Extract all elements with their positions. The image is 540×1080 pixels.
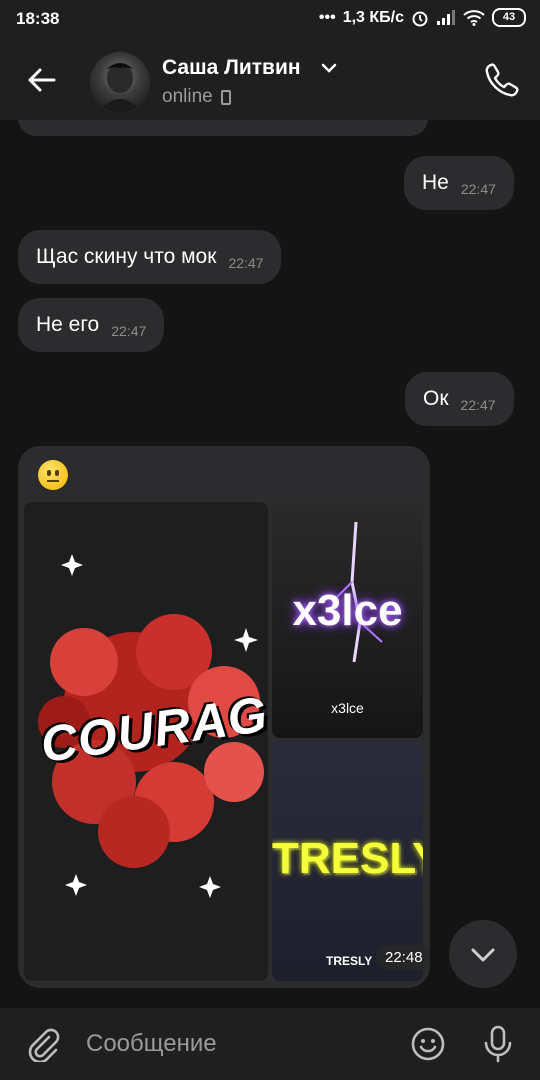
message-incoming[interactable]: Не его 22:47 [18, 298, 165, 352]
mobile-device-icon [220, 89, 231, 105]
message-input[interactable]: Сообщение [86, 1030, 217, 1058]
battery-indicator: 43 [492, 8, 526, 27]
message-time: 22:47 [460, 397, 496, 413]
chat-header: Саша Литвин online [0, 38, 540, 120]
message-time: 22:47 [111, 323, 147, 339]
media-image-x3lce[interactable]: x3lce x3lce [272, 502, 423, 738]
message-composer: Сообщение [0, 1008, 540, 1080]
message-incoming[interactable]: Щас скину что мок 22:47 [18, 230, 282, 284]
notification-dots-icon: ••• [318, 8, 336, 26]
phone-call-icon[interactable] [482, 60, 520, 98]
message-list[interactable]: Не 22:47 Щас скину что мок 22:47 Не его … [0, 120, 540, 1008]
message-text: Не [422, 171, 449, 194]
image-caption: x3lce [292, 586, 403, 635]
message-outgoing[interactable]: Ок 22:47 [405, 372, 514, 426]
microphone-icon[interactable] [480, 1024, 516, 1064]
message-text: Щас скину что мок [36, 245, 217, 268]
signal-icon [437, 9, 455, 25]
neutral-face-emoji-icon [38, 460, 68, 490]
message-text: Ок [423, 387, 449, 410]
scroll-down-button[interactable] [449, 920, 517, 988]
emoji-icon[interactable] [410, 1026, 446, 1062]
status-bar: 18:38 ••• 1,3 КБ/с 43 [0, 0, 540, 38]
avatar[interactable] [90, 52, 150, 112]
network-speed: 1,3 КБ/с [342, 8, 404, 26]
status-icons: ••• 1,3 КБ/с 43 [319, 8, 526, 27]
presence-label: online [162, 86, 213, 107]
chevron-down-icon[interactable] [320, 61, 338, 75]
previous-message-fragment [18, 120, 428, 136]
media-time-badge: 22:48 [376, 945, 430, 970]
message-text: Не его [36, 313, 100, 336]
message-time: 22:47 [460, 181, 496, 197]
contact-name[interactable]: Саша Литвин [162, 56, 301, 80]
scroll-down-chevron-icon [471, 948, 495, 962]
media-image-courage[interactable]: COURAGE [24, 502, 268, 981]
image-subcaption: x3lce [331, 700, 364, 716]
wifi-icon [463, 9, 485, 26]
media-message[interactable]: COURAGE x3lce x3lce TRESLY TRESLY 22:48 [18, 446, 430, 988]
image-caption: TRESLY [272, 834, 423, 883]
image-subcaption: TRESLY [326, 954, 373, 968]
message-time: 22:47 [228, 255, 264, 271]
alarm-icon [412, 11, 428, 26]
avatar-image [98, 63, 142, 112]
message-outgoing[interactable]: Не 22:47 [404, 156, 514, 210]
attach-clip-icon[interactable] [24, 1026, 60, 1062]
back-arrow-icon[interactable] [24, 62, 60, 98]
status-time: 18:38 [16, 9, 60, 28]
presence-status: online [162, 86, 231, 108]
